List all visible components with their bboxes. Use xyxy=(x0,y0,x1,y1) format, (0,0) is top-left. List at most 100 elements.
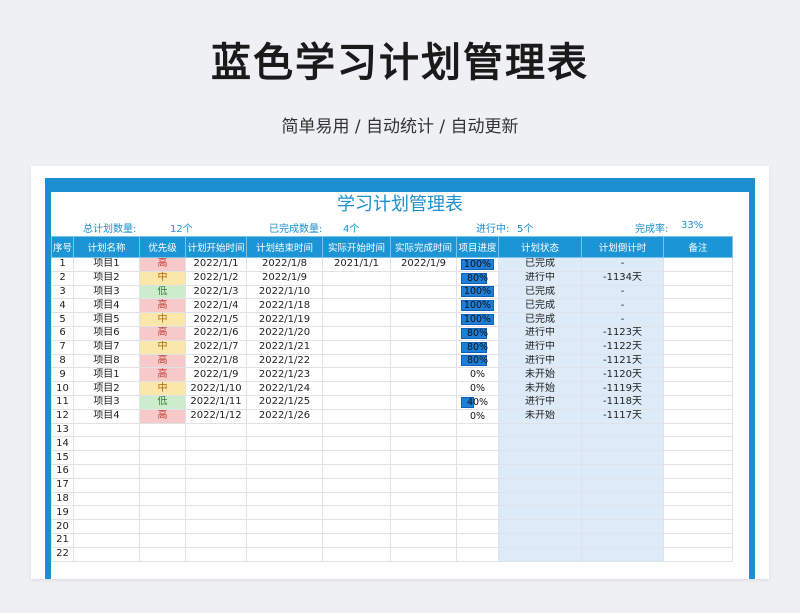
plan-end-cell[interactable] xyxy=(246,491,323,507)
status-cell[interactable] xyxy=(498,532,582,548)
column-header[interactable]: 计划名称 xyxy=(73,236,140,258)
actual-end-cell[interactable] xyxy=(390,546,457,562)
progress-cell[interactable]: 80% xyxy=(456,270,499,286)
row-number-cell[interactable]: 10 xyxy=(51,381,74,396)
plan-start-cell[interactable] xyxy=(185,422,247,438)
status-cell[interactable] xyxy=(498,450,582,465)
plan-end-cell[interactable] xyxy=(246,519,323,534)
priority-cell[interactable]: 高 xyxy=(139,408,186,424)
row-number-cell[interactable]: 3 xyxy=(51,284,74,300)
priority-cell[interactable] xyxy=(139,450,186,465)
actual-start-cell[interactable] xyxy=(322,532,391,548)
plan-name-cell[interactable] xyxy=(73,463,140,479)
row-number-cell[interactable]: 20 xyxy=(51,519,74,534)
plan-name-cell[interactable]: 项目1 xyxy=(73,257,140,272)
note-cell[interactable] xyxy=(663,491,733,507)
plan-start-cell[interactable] xyxy=(185,463,247,479)
plan-name-cell[interactable]: 项目1 xyxy=(73,367,140,383)
note-cell[interactable] xyxy=(663,519,733,534)
priority-cell[interactable]: 高 xyxy=(139,298,186,314)
column-header[interactable]: 备注 xyxy=(663,236,733,258)
status-cell[interactable]: 未开始 xyxy=(498,408,582,424)
plan-end-cell[interactable]: 2022/1/18 xyxy=(246,298,323,314)
row-number-cell[interactable]: 21 xyxy=(51,532,74,548)
note-cell[interactable] xyxy=(663,312,733,327)
note-cell[interactable] xyxy=(663,298,733,314)
row-number-cell[interactable]: 18 xyxy=(51,491,74,507)
priority-cell[interactable]: 低 xyxy=(139,394,186,410)
progress-cell[interactable]: 100% xyxy=(456,257,499,272)
status-cell[interactable] xyxy=(498,546,582,562)
progress-cell[interactable] xyxy=(456,546,499,562)
actual-end-cell[interactable] xyxy=(390,477,457,493)
plan-start-cell[interactable]: 2022/1/5 xyxy=(185,312,247,327)
priority-cell[interactable]: 低 xyxy=(139,284,186,300)
actual-end-cell[interactable] xyxy=(390,298,457,314)
countdown-cell[interactable]: -1122天 xyxy=(581,339,664,355)
priority-cell[interactable] xyxy=(139,491,186,507)
actual-start-cell[interactable]: 2021/1/1 xyxy=(322,257,391,272)
actual-end-cell[interactable] xyxy=(390,325,457,341)
countdown-cell[interactable]: -1117天 xyxy=(581,408,664,424)
column-header[interactable]: 实际开始时间 xyxy=(322,236,391,258)
priority-cell[interactable]: 中 xyxy=(139,339,186,355)
countdown-cell[interactable] xyxy=(581,463,664,479)
actual-start-cell[interactable] xyxy=(322,505,391,521)
plan-start-cell[interactable]: 2022/1/7 xyxy=(185,339,247,355)
plan-name-cell[interactable]: 项目4 xyxy=(73,298,140,314)
priority-cell[interactable] xyxy=(139,546,186,562)
column-header[interactable]: 计划倒计时 xyxy=(581,236,664,258)
plan-end-cell[interactable]: 2022/1/23 xyxy=(246,367,323,383)
priority-cell[interactable] xyxy=(139,519,186,534)
note-cell[interactable] xyxy=(663,450,733,465)
actual-end-cell[interactable] xyxy=(390,491,457,507)
status-cell[interactable] xyxy=(498,477,582,493)
plan-name-cell[interactable] xyxy=(73,546,140,562)
note-cell[interactable] xyxy=(663,422,733,438)
countdown-cell[interactable] xyxy=(581,519,664,534)
plan-name-cell[interactable]: 项目3 xyxy=(73,394,140,410)
actual-start-cell[interactable] xyxy=(322,381,391,396)
actual-start-cell[interactable] xyxy=(322,546,391,562)
actual-end-cell[interactable] xyxy=(390,450,457,465)
row-number-cell[interactable]: 19 xyxy=(51,505,74,521)
actual-start-cell[interactable] xyxy=(322,519,391,534)
actual-end-cell[interactable] xyxy=(390,353,457,369)
actual-end-cell[interactable] xyxy=(390,519,457,534)
plan-start-cell[interactable] xyxy=(185,491,247,507)
progress-cell[interactable]: 80% xyxy=(456,339,499,355)
plan-start-cell[interactable] xyxy=(185,532,247,548)
countdown-cell[interactable] xyxy=(581,491,664,507)
progress-cell[interactable]: 100% xyxy=(456,298,499,314)
actual-start-cell[interactable] xyxy=(322,477,391,493)
plan-end-cell[interactable]: 2022/1/26 xyxy=(246,408,323,424)
note-cell[interactable] xyxy=(663,353,733,369)
countdown-cell[interactable] xyxy=(581,505,664,521)
plan-end-cell[interactable] xyxy=(246,505,323,521)
row-number-cell[interactable]: 9 xyxy=(51,367,74,383)
actual-start-cell[interactable] xyxy=(322,491,391,507)
priority-cell[interactable]: 高 xyxy=(139,257,186,272)
actual-start-cell[interactable] xyxy=(322,422,391,438)
plan-end-cell[interactable]: 2022/1/9 xyxy=(246,270,323,286)
note-cell[interactable] xyxy=(663,546,733,562)
priority-cell[interactable] xyxy=(139,477,186,493)
note-cell[interactable] xyxy=(663,532,733,548)
actual-end-cell[interactable] xyxy=(390,436,457,452)
countdown-cell[interactable] xyxy=(581,450,664,465)
countdown-cell[interactable] xyxy=(581,532,664,548)
note-cell[interactable] xyxy=(663,505,733,521)
status-cell[interactable]: 进行中 xyxy=(498,270,582,286)
actual-start-cell[interactable] xyxy=(322,436,391,452)
progress-cell[interactable]: 0% xyxy=(456,408,499,424)
plan-start-cell[interactable] xyxy=(185,477,247,493)
progress-cell[interactable]: 100% xyxy=(456,312,499,327)
note-cell[interactable] xyxy=(663,325,733,341)
row-number-cell[interactable]: 11 xyxy=(51,394,74,410)
progress-cell[interactable] xyxy=(456,505,499,521)
status-cell[interactable] xyxy=(498,463,582,479)
plan-name-cell[interactable]: 项目2 xyxy=(73,270,140,286)
plan-start-cell[interactable]: 2022/1/2 xyxy=(185,270,247,286)
actual-end-cell[interactable] xyxy=(390,422,457,438)
row-number-cell[interactable]: 8 xyxy=(51,353,74,369)
